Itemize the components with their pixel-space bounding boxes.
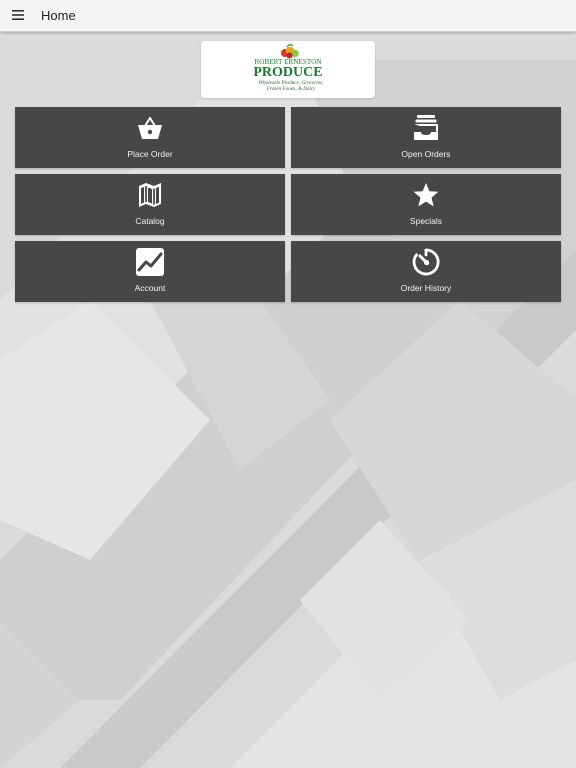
logo-line-2: PRODUCE: [253, 65, 322, 80]
tile-label: Specials: [409, 216, 443, 226]
chart-icon: [135, 247, 165, 277]
home-menu-grid: Place Order Open Orders Catalog Specials…: [15, 107, 561, 302]
logo-line-4: Frozen Foods, & Dairy: [266, 86, 316, 92]
menu-icon: [12, 10, 24, 20]
map-icon: [135, 180, 165, 210]
tile-label: Account: [134, 283, 166, 293]
inbox-icon: [411, 113, 441, 143]
page-title: Home: [41, 8, 76, 23]
tile-label: Place Order: [127, 149, 173, 159]
catalog-button[interactable]: Catalog: [15, 174, 285, 235]
star-icon: [411, 180, 441, 210]
order-history-button[interactable]: Order History: [291, 241, 561, 302]
tile-label: Order History: [400, 283, 452, 293]
menu-button[interactable]: [6, 3, 30, 27]
company-logo: ROBERT ERNESTON PRODUCE Wholesale Produc…: [201, 41, 375, 98]
basket-icon: [135, 113, 165, 143]
place-order-button[interactable]: Place Order: [15, 107, 285, 168]
account-button[interactable]: Account: [15, 241, 285, 302]
timer-icon: [411, 247, 441, 277]
tile-label: Catalog: [135, 216, 165, 226]
app-bar: Home: [0, 0, 576, 32]
open-orders-button[interactable]: Open Orders: [291, 107, 561, 168]
tile-label: Open Orders: [401, 149, 451, 159]
specials-button[interactable]: Specials: [291, 174, 561, 235]
